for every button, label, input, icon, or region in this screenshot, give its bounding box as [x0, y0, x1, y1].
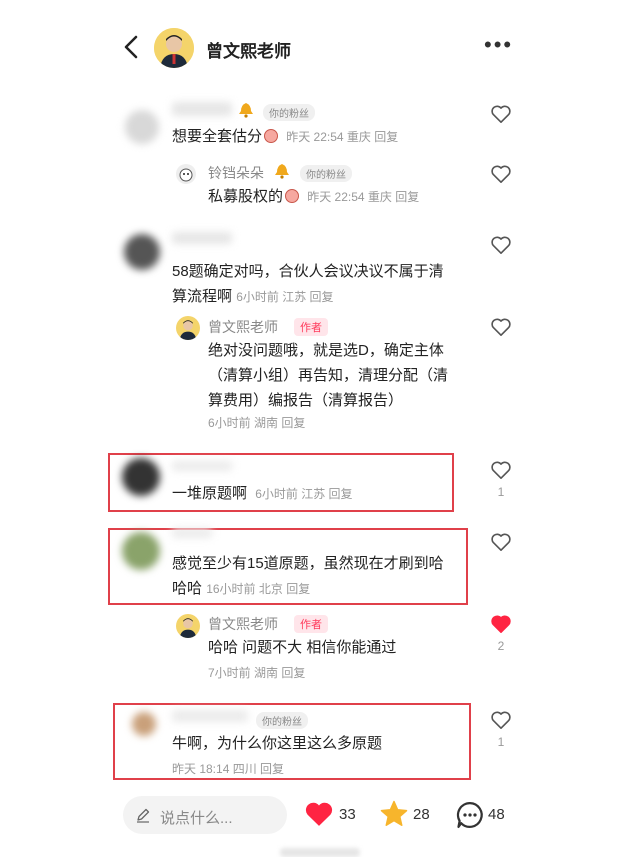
fan-badge: 你的粉丝 [300, 165, 352, 182]
back-arrow-icon[interactable] [120, 34, 142, 60]
author-reply-avatar[interactable] [176, 316, 200, 340]
like-button-icon[interactable] [304, 800, 334, 828]
like-heart-icon[interactable] [490, 460, 512, 480]
like-heart-icon[interactable] [490, 532, 512, 552]
fan-badge: 你的粉丝 [263, 104, 315, 121]
favorite-total: 28 [413, 806, 430, 823]
like-count: 2 [497, 639, 505, 653]
like-count: 1 [497, 485, 505, 499]
comment-text: 牛啊，为什么你这里这么多原题 [172, 735, 383, 752]
reply-text: 私募股权的 昨天 22:54 重庆 回复 [208, 188, 420, 205]
author-badge: 作者 [294, 318, 328, 336]
reply-author-name[interactable]: 曾文熙老师 [208, 317, 278, 337]
reply-author-name[interactable]: 曾文熙老师 [208, 614, 278, 634]
commenter-name-redacted [172, 528, 212, 538]
comment-total: 48 [488, 806, 505, 823]
author-badge: 作者 [294, 615, 328, 633]
like-heart-icon[interactable] [490, 104, 512, 124]
comment-text: 感觉至少有15道原题，虽然现在才刷到哈 哈哈 16小时前 北京 回复 [172, 555, 444, 597]
like-count: 1 [497, 735, 505, 749]
reply-meta[interactable]: 7小时前 湖南 回复 [208, 664, 305, 681]
comment-text: 想要全套估分 昨天 22:54 重庆 回复 [172, 128, 399, 145]
comment-text: 58题确定对吗，合伙人会议决议不属于清 算流程啊 6小时前 江苏 回复 [172, 263, 444, 305]
comment-input-placeholder[interactable]: 说点什么... [160, 807, 233, 828]
reply-text: 绝对没问题哦，就是选D，确定主体 （清算小组）再告知，清理分配（清 算费用）编报… [208, 342, 449, 409]
more-options-icon[interactable]: ••• [484, 34, 513, 56]
reply-meta[interactable]: 6小时前 湖南 回复 [208, 414, 305, 431]
comment-meta[interactable]: 6小时前 江苏 回复 [236, 290, 333, 304]
author-reply-avatar[interactable] [176, 614, 200, 638]
author-avatar[interactable] [154, 28, 194, 68]
commenter-name-redacted [172, 461, 232, 471]
comment-meta[interactable]: 昨天 22:54 重庆 回复 [286, 130, 398, 144]
like-heart-icon[interactable] [490, 164, 512, 184]
bell-icon [275, 164, 289, 179]
like-heart-icon[interactable] [490, 235, 512, 255]
like-total: 33 [339, 806, 356, 823]
emoji-icon [264, 129, 279, 143]
commenter-name-redacted [172, 710, 248, 722]
favorite-star-icon[interactable] [379, 799, 409, 829]
commenter-avatar[interactable] [122, 532, 160, 570]
commenter-avatar[interactable] [125, 110, 159, 144]
like-heart-icon[interactable] [490, 317, 512, 337]
like-heart-icon[interactable] [490, 710, 512, 730]
fan-badge: 你的粉丝 [256, 712, 308, 729]
comment-meta[interactable]: 6小时前 江苏 回复 [255, 487, 352, 501]
comment-meta[interactable]: 昨天 18:14 四川 回复 [172, 760, 284, 777]
commenter-name-redacted [172, 102, 232, 116]
commenter-avatar[interactable] [132, 712, 156, 736]
comment-bubble-icon[interactable] [455, 800, 485, 830]
scroll-indicator [280, 848, 360, 857]
emoji-icon [285, 189, 300, 203]
commenter-avatar[interactable] [124, 234, 160, 270]
reply-text: 哈哈 问题不大 相信你能通过 [208, 639, 397, 656]
liked-heart-icon[interactable] [490, 614, 512, 634]
reply-meta[interactable]: 昨天 22:54 重庆 回复 [307, 190, 419, 204]
page-title: 曾文熙老师 [206, 42, 291, 61]
comment-meta[interactable]: 16小时前 北京 回复 [206, 582, 310, 596]
bell-icon [239, 103, 253, 118]
comment-text: 一堆原题啊 6小时前 江苏 回复 [172, 485, 353, 502]
reply-author-name[interactable]: 铃铛朵朵 [208, 163, 264, 183]
pen-icon [137, 808, 150, 823]
commenter-name-redacted [172, 232, 232, 244]
commenter-avatar[interactable] [122, 458, 160, 496]
reply-avatar[interactable] [176, 164, 196, 184]
